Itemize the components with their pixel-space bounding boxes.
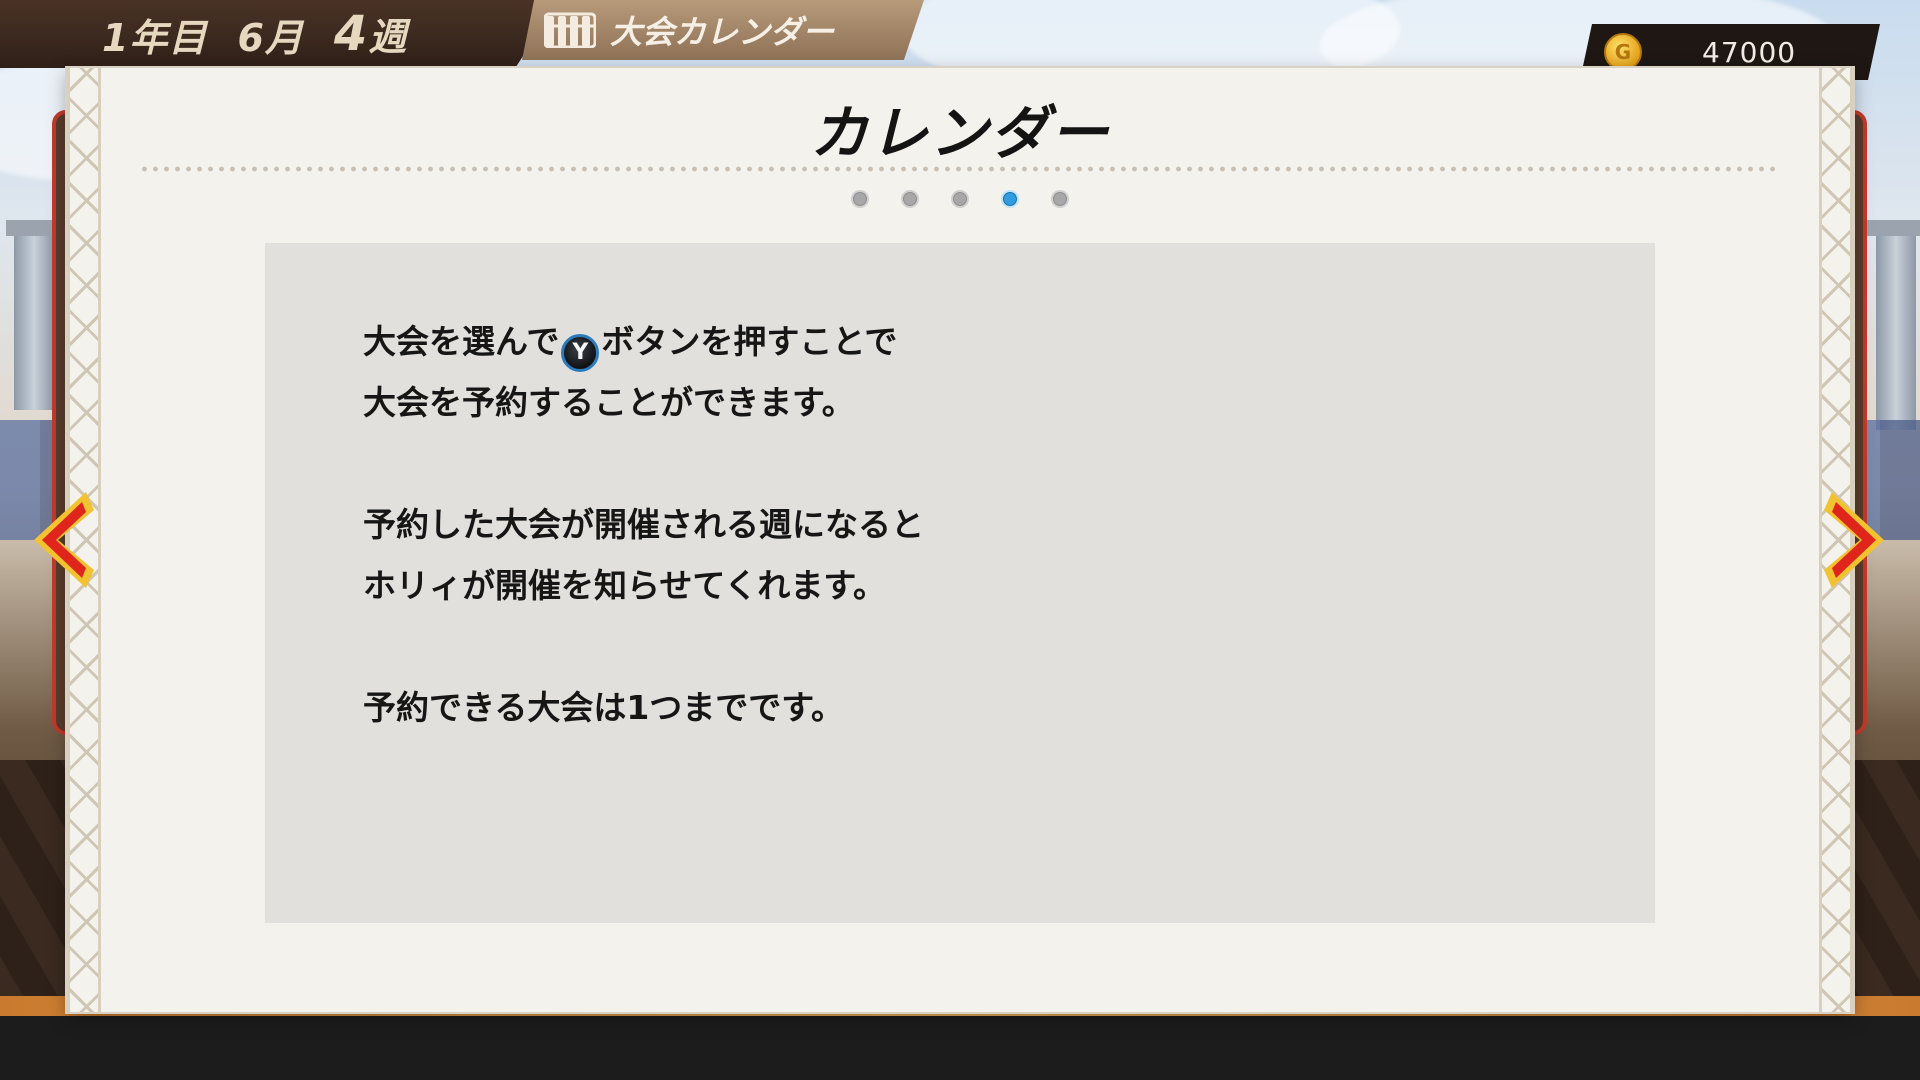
chevron-left-icon [34,492,94,588]
coin-icon: G [1604,33,1642,71]
next-page-button[interactable] [1822,490,1892,590]
chevron-right-icon [1824,492,1884,588]
previous-page-button[interactable] [26,490,96,590]
year-label: 1年目 [102,15,208,60]
title-divider [139,166,1781,172]
text-line: ホリィが開催を知らせてくれます。 [363,566,887,605]
money-value: 47000 [1702,35,1797,69]
page-indicator [67,190,1853,208]
month-label: 6月 [237,15,304,60]
column-left [14,230,54,410]
tournament-calendar-tab: 大会カレンダー [522,0,924,60]
help-text: 大会を選んで Y ボタンを押すことで 大会を予約することができます。 予約した大会が… [363,311,924,738]
text-line: 大会を予約することができます。 [363,383,855,422]
text-fragment: ボタンを押すことで [601,322,898,361]
week-label: 4週 [334,6,407,62]
text-line: 予約した大会が開催される週になると [363,505,924,544]
week-number: 4 [333,6,369,62]
y-button-icon: Y [561,334,600,372]
text-fragment: 大会を選んで [363,322,560,361]
text-line: 予約できる大会は1つまでです。 [363,688,845,727]
page-dot-4-active[interactable] [1001,190,1019,208]
page-dot-1[interactable] [851,190,869,208]
tab-title: 大会カレンダー [610,13,835,51]
content-box: 大会を選んで Y ボタンを押すことで 大会を予約することができます。 予約した大会が… [265,243,1655,923]
date-display: 1年目 6月 4週 [0,0,560,68]
page-dot-3[interactable] [951,190,969,208]
column-right [1876,230,1916,430]
week-suffix: 週 [368,15,408,59]
calendar-icon [544,12,596,48]
tutorial-panel: カレンダー 大会を選んで Y ボタンを押すことで 大会を予約することができます。 予… [67,68,1853,1012]
text-line: 大会を選んで Y ボタンを押すことで [363,311,924,372]
page-dot-5[interactable] [1051,190,1069,208]
panel-title: カレンダー [809,99,1110,167]
page-dot-2[interactable] [901,190,919,208]
